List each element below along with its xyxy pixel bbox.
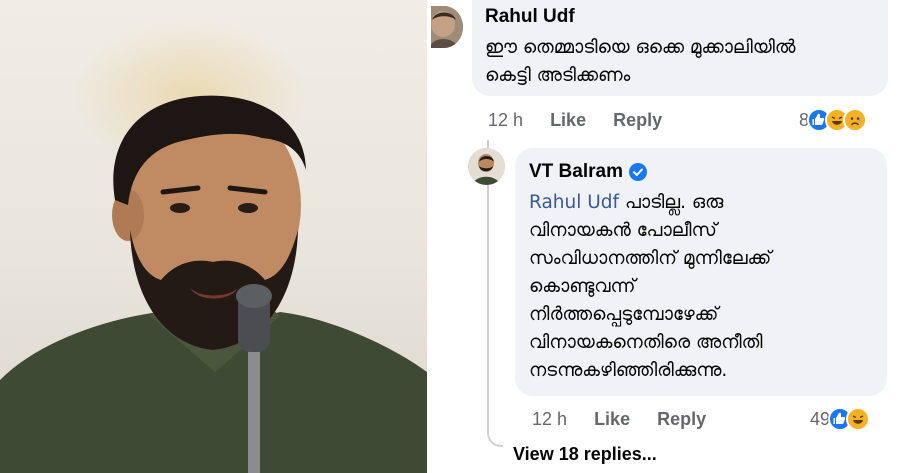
reply-line-4: കൊണ്ടുവന്ന് (529, 276, 636, 297)
like-button[interactable]: Like (594, 409, 630, 429)
reply-thread-line (487, 140, 503, 447)
reaction-count: 49 (810, 408, 831, 429)
speaker-illustration (0, 95, 427, 473)
reaction-summary[interactable]: 8 (799, 108, 868, 132)
comment-text: ഈ തെമ്മാടിയെ ഒക്കെ മുക്കാലിയിൽ കെട്ടി അട… (485, 37, 796, 86)
reply-button[interactable]: Reply (613, 110, 662, 130)
reply-line-1: Rahul Udf പാടില്ല. ഒരു (529, 189, 879, 217)
comment-time[interactable]: 12 h (488, 110, 523, 130)
view-replies-link[interactable]: View 18 replies... (513, 444, 657, 465)
reply-text-segment: പാടില്ല. ഒരു (619, 192, 724, 213)
avatar-rahul-udf[interactable] (431, 6, 463, 48)
reply-button[interactable]: Reply (657, 409, 706, 429)
like-button[interactable]: Like (550, 110, 586, 130)
sad-icon (843, 108, 868, 132)
avatar-vt-balram[interactable] (468, 148, 505, 185)
reply-author-row: VT Balram (529, 161, 647, 183)
reaction-summary[interactable]: 49 (810, 407, 871, 431)
reply-bubble: VT Balram Rahul Udf പാടില്ല. ഒരു വിനായകൻ… (515, 148, 887, 396)
mention-link[interactable]: Rahul Udf (529, 192, 619, 213)
reply-line-3: സംവിധാനത്തിന് മുന്നിലേക്ക് (529, 248, 772, 269)
reply-line-7: നടന്നുകഴിഞ്ഞിരിക്കുന്നു. (529, 360, 728, 381)
reply-line-6: വിനായകനെതിരെ അനീതി (529, 332, 763, 353)
reply-author[interactable]: VT Balram (529, 161, 623, 183)
avatar-image (468, 148, 505, 185)
verified-badge-icon (628, 163, 647, 181)
reply-time[interactable]: 12 h (532, 409, 567, 429)
comments-panel: Rahul Udf ഈ തെമ്മാടിയെ ഒക്കെ മുക്കാലിയിൽ… (431, 0, 900, 473)
comment-meta: 12 h Like Reply (488, 110, 662, 131)
reply-line-2: വിനായകൻ പോലീസ് (529, 220, 717, 241)
reply-line-5: നിർത്തപ്പെടുമ്പോഴേക്ക് (529, 304, 719, 325)
comment-author[interactable]: Rahul Udf (485, 6, 575, 28)
speaker-photo (0, 0, 427, 473)
reply-meta: 12 h Like Reply (532, 409, 706, 430)
comment-bubble: Rahul Udf ഈ തെമ്മാടിയെ ഒക്കെ മുക്കാലിയിൽ… (472, 0, 888, 96)
reply-text: Rahul Udf പാടില്ല. ഒരു വിനായകൻ പോലീസ് സം… (529, 189, 879, 385)
avatar-image (431, 6, 463, 48)
haha-icon (846, 407, 871, 431)
